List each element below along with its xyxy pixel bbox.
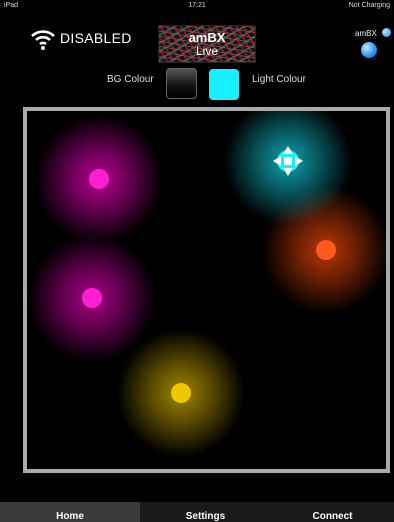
ambx-orb-button[interactable] [361, 42, 377, 58]
light-3-handle[interactable] [82, 288, 102, 308]
light-1-handle[interactable] [89, 169, 109, 189]
ambx-live-logo: amBX Live [158, 25, 256, 63]
bg-colour-swatch[interactable] [166, 68, 197, 99]
battery-status: Not Charging [348, 2, 390, 9]
ambx-badge-label: amBX [355, 29, 377, 38]
status-bar: iPad 17:21 Not Charging [0, 0, 394, 14]
ambx-indicator-icon [382, 28, 391, 37]
tab-connect[interactable]: Connect [271, 502, 394, 522]
clock: 17:21 [188, 2, 206, 9]
tab-home[interactable]: Home [0, 502, 140, 522]
bg-colour-label: BG Colour [107, 74, 154, 85]
tab-bar: Home Settings Connect [0, 502, 394, 522]
light-colour-swatch[interactable] [209, 69, 239, 100]
tab-settings[interactable]: Settings [140, 502, 271, 522]
light-4-handle[interactable] [171, 383, 191, 403]
lights-canvas[interactable] [27, 111, 386, 469]
light-stage[interactable] [23, 107, 390, 473]
wifi-icon[interactable] [30, 27, 56, 51]
light-2-handle[interactable] [316, 240, 336, 260]
wifi-status-label: DISABLED [60, 30, 132, 46]
light-colour-label: Light Colour [252, 74, 306, 85]
